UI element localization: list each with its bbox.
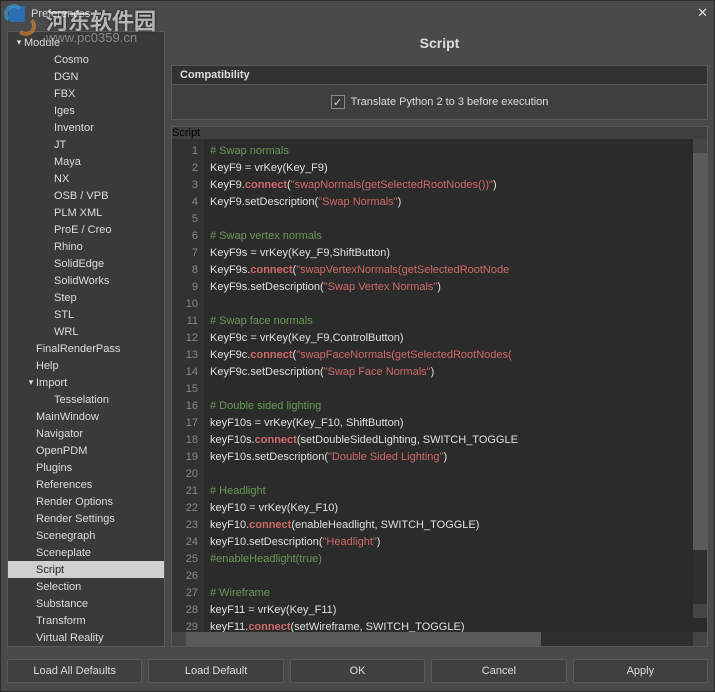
scroll-left-icon[interactable]: [172, 632, 186, 646]
tree-item-wrl[interactable]: WRL: [8, 323, 164, 340]
scroll-down-icon[interactable]: [693, 604, 707, 618]
content-panel: Script Compatibility ✓ Translate Python …: [171, 31, 708, 647]
tree-item-rhino[interactable]: Rhino: [8, 238, 164, 255]
tree-item-nx[interactable]: NX: [8, 170, 164, 187]
vertical-scrollbar[interactable]: [693, 139, 707, 618]
tree-item-plm-xml[interactable]: PLM XML: [8, 204, 164, 221]
tree-item-step[interactable]: Step: [8, 289, 164, 306]
window-title: Preferences: [31, 8, 90, 20]
tree-item-script[interactable]: Script: [8, 561, 164, 578]
tree-item-openpdm[interactable]: OpenPDM: [8, 442, 164, 459]
tree-item-mainwindow[interactable]: MainWindow: [8, 408, 164, 425]
preferences-window: Preferences ✕ ▾ Module Cosmo DGN FBX Ige…: [0, 0, 715, 692]
page-title: Script: [171, 31, 708, 59]
tree-item-osb-vpb[interactable]: OSB / VPB: [8, 187, 164, 204]
tree-item-references[interactable]: References: [8, 476, 164, 493]
script-title: Script: [172, 127, 707, 139]
tree-item-render-options[interactable]: Render Options: [8, 493, 164, 510]
tree-root-module[interactable]: ▾ Module: [8, 34, 164, 51]
tree-item-transform[interactable]: Transform: [8, 612, 164, 629]
tree-item-solidworks[interactable]: SolidWorks: [8, 272, 164, 289]
load-default-button[interactable]: Load Default: [148, 659, 283, 683]
horizontal-scrollbar[interactable]: [172, 632, 707, 646]
scroll-thumb[interactable]: [693, 153, 707, 550]
script-group: Script 123456789101112131415161718192021…: [171, 126, 708, 647]
tree-item-sceneplate[interactable]: Sceneplate: [8, 544, 164, 561]
apply-button[interactable]: Apply: [573, 659, 708, 683]
translate-python-checkbox[interactable]: ✓ Translate Python 2 to 3 before executi…: [331, 95, 549, 109]
tree-item-render-settings[interactable]: Render Settings: [8, 510, 164, 527]
tree-item-virtual-reality[interactable]: Virtual Reality: [8, 629, 164, 646]
compatibility-title: Compatibility: [172, 66, 707, 85]
tree-item-scenegraph[interactable]: Scenegraph: [8, 527, 164, 544]
scroll-thumb[interactable]: [186, 632, 541, 646]
scroll-up-icon[interactable]: [693, 139, 707, 153]
tree-item-proe-creo[interactable]: ProE / Creo: [8, 221, 164, 238]
tree-item-finalrenderpass[interactable]: FinalRenderPass: [8, 340, 164, 357]
tree-item-substance[interactable]: Substance: [8, 595, 164, 612]
code-editor[interactable]: # Swap normalsKeyF9 = vrKey(Key_F9)KeyF9…: [204, 139, 707, 632]
tree-item-jt[interactable]: JT: [8, 136, 164, 153]
tree-item-iges[interactable]: Iges: [8, 102, 164, 119]
load-all-defaults-button[interactable]: Load All Defaults: [7, 659, 142, 683]
compatibility-group: Compatibility ✓ Translate Python 2 to 3 …: [171, 65, 708, 120]
close-icon[interactable]: ✕: [697, 5, 708, 21]
tree-item-import[interactable]: ▾ Import: [8, 374, 164, 391]
checkbox-icon: ✓: [331, 95, 345, 109]
tree-item-cosmo[interactable]: Cosmo: [8, 51, 164, 68]
tree-item-solidedge[interactable]: SolidEdge: [8, 255, 164, 272]
line-gutter: 1234567891011121314151617181920212223242…: [172, 139, 204, 632]
cancel-button[interactable]: Cancel: [431, 659, 566, 683]
scroll-right-icon[interactable]: [693, 632, 707, 646]
tree-item-maya[interactable]: Maya: [8, 153, 164, 170]
tree-item-navigator[interactable]: Navigator: [8, 425, 164, 442]
tree-item-inventor[interactable]: Inventor: [8, 119, 164, 136]
checkbox-label: Translate Python 2 to 3 before execution: [351, 96, 549, 108]
titlebar: Preferences ✕: [1, 1, 714, 27]
tree-item-tesselation[interactable]: Tesselation: [8, 391, 164, 408]
tree-item-stl[interactable]: STL: [8, 306, 164, 323]
tree-item-fbx[interactable]: FBX: [8, 85, 164, 102]
module-tree[interactable]: ▾ Module Cosmo DGN FBX Iges Inventor JT …: [7, 31, 165, 647]
tree-item-dgn[interactable]: DGN: [8, 68, 164, 85]
tree-item-selection[interactable]: Selection: [8, 578, 164, 595]
tree-item-help[interactable]: Help: [8, 357, 164, 374]
footer-buttons: Load All Defaults Load Default OK Cancel…: [1, 651, 714, 691]
tree-item-plugins[interactable]: Plugins: [8, 459, 164, 476]
app-icon: [9, 6, 25, 22]
tree-item-vrpn-tracking[interactable]: VRPN Tracking: [8, 646, 164, 647]
ok-button[interactable]: OK: [290, 659, 425, 683]
